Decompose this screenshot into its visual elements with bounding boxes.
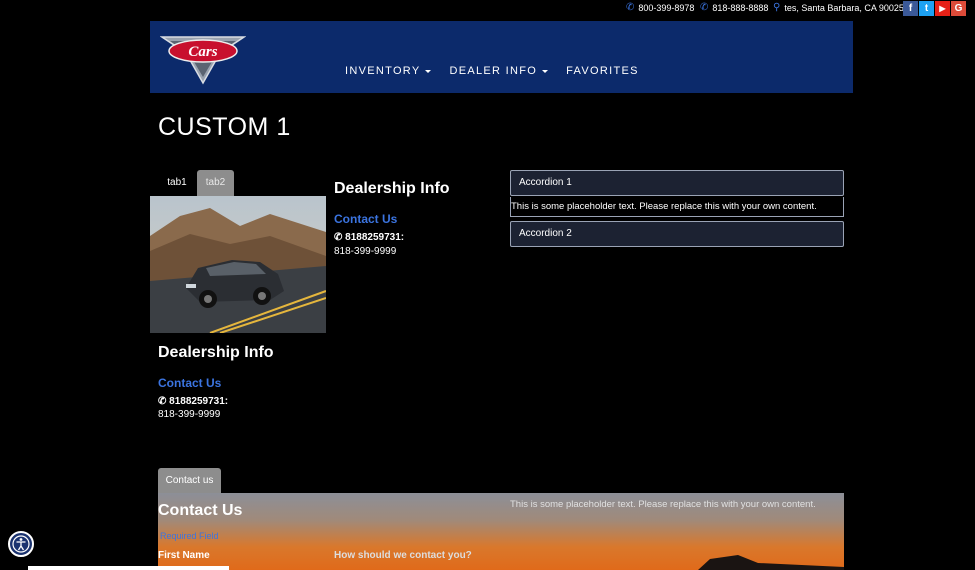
google-icon[interactable]: G bbox=[951, 1, 966, 16]
car-photo bbox=[150, 196, 326, 333]
facebook-icon[interactable]: f bbox=[903, 1, 918, 16]
twitter-icon[interactable]: t bbox=[919, 1, 934, 16]
bottom-bar bbox=[28, 566, 229, 570]
accessibility-icon bbox=[12, 535, 30, 553]
phone-label: ✆ 8188259731: bbox=[334, 232, 404, 243]
phone-icon: ✆ bbox=[700, 2, 709, 13]
nav-inventory[interactable]: INVENTORY bbox=[345, 65, 432, 77]
required-field-note: Required Field bbox=[160, 531, 219, 541]
svg-text:Cars: Cars bbox=[188, 44, 217, 60]
phone-link-1[interactable]: ✆ 800-399-8978 bbox=[626, 2, 695, 14]
accordion-item-1-header[interactable]: Accordion 1 bbox=[510, 170, 844, 196]
phone-label-text: 8188259731: bbox=[169, 396, 229, 407]
nav-dealer-info-label: DEALER INFO bbox=[449, 65, 538, 77]
contact-form-title: Contact Us bbox=[158, 502, 243, 519]
first-name-label: First Name bbox=[158, 550, 210, 561]
tab-strip: tab1 tab2 bbox=[158, 170, 326, 197]
contact-method-label: How should we contact you? bbox=[334, 550, 472, 561]
contact-us-link[interactable]: Contact Us bbox=[334, 212, 397, 226]
address-link[interactable]: ⚲ tes, Santa Barbara, CA 90025 bbox=[773, 2, 904, 14]
contact-us-link[interactable]: Contact Us bbox=[158, 376, 221, 390]
tab-tab1[interactable]: tab1 bbox=[158, 170, 196, 196]
youtube-icon[interactable]: ▶ bbox=[935, 1, 950, 16]
caret-down-icon bbox=[542, 69, 549, 73]
nav-dealer-info[interactable]: DEALER INFO bbox=[449, 65, 549, 77]
phone-icon: ✆ bbox=[334, 232, 346, 243]
accordion-item-1-body: This is some placeholder text. Please re… bbox=[510, 197, 844, 217]
phone-label-text: 8188259731: bbox=[345, 232, 405, 243]
phone-1-text: 800-399-8978 bbox=[638, 3, 695, 13]
cars-logo[interactable]: Cars bbox=[160, 29, 246, 85]
phone-link-2[interactable]: ✆ 818-888-8888 bbox=[700, 2, 769, 14]
accessibility-button[interactable] bbox=[8, 531, 34, 557]
site-header: Cars INVENTORY DEALER INFO FAVORITES bbox=[150, 21, 853, 93]
address-text: tes, Santa Barbara, CA 90025 bbox=[784, 3, 904, 13]
dealership-info-heading: Dealership Info bbox=[334, 180, 450, 197]
map-pin-icon: ⚲ bbox=[773, 2, 781, 13]
phone-icon: ✆ bbox=[626, 2, 635, 13]
tab-tab2[interactable]: tab2 bbox=[197, 170, 234, 196]
social-links: f t ▶ G bbox=[903, 1, 966, 16]
tab-contact-us[interactable]: Contact us bbox=[158, 468, 221, 493]
accordion-item-1-title: Accordion 1 bbox=[519, 177, 572, 188]
phone-icon: ✆ bbox=[158, 396, 170, 407]
phone-2-text: 818-888-8888 bbox=[712, 3, 769, 13]
nav-favorites[interactable]: FAVORITES bbox=[566, 65, 639, 77]
phone-value[interactable]: 818-399-9999 bbox=[334, 246, 396, 257]
phone-label: ✆ 8188259731: bbox=[158, 396, 228, 407]
nav-inventory-label: INVENTORY bbox=[345, 65, 421, 77]
dealership-info-heading: Dealership Info bbox=[158, 344, 274, 361]
top-utility-bar: ✆ 800-399-8978 ✆ 818-888-8888 ⚲ tes, San… bbox=[0, 0, 975, 18]
placeholder-text: This is some placeholder text. Please re… bbox=[510, 499, 816, 510]
page-title: CUSTOM 1 bbox=[158, 113, 291, 141]
accordion-item-2-header[interactable]: Accordion 2 bbox=[510, 221, 844, 247]
caret-down-icon bbox=[425, 69, 432, 73]
accordion-item-2-title: Accordion 2 bbox=[519, 228, 572, 239]
main-nav: INVENTORY DEALER INFO FAVORITES bbox=[345, 65, 639, 77]
phone-value[interactable]: 818-399-9999 bbox=[158, 409, 220, 420]
